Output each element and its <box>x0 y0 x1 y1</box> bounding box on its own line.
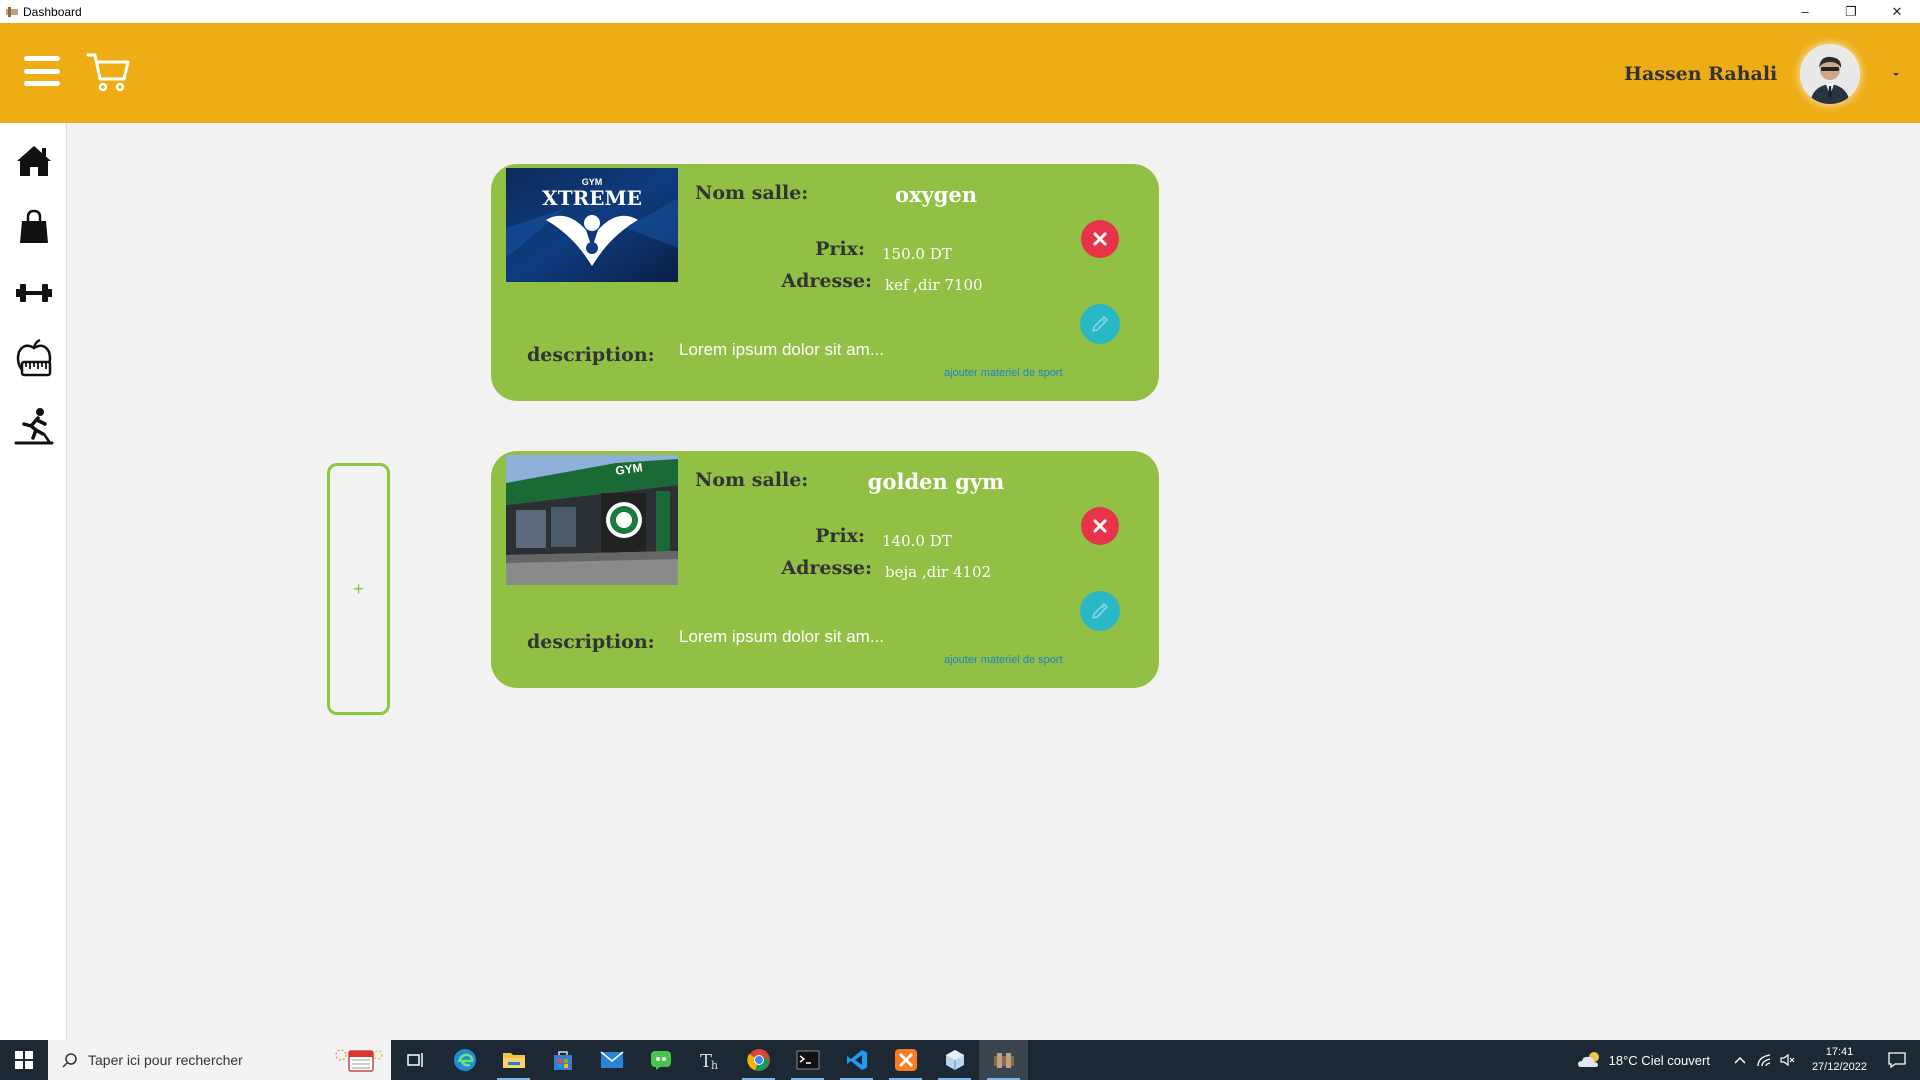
gym-name-label: Nom salle: <box>695 469 809 491</box>
plus-icon: + <box>353 578 364 599</box>
taskbar-search-input[interactable]: Taper ici pour rechercher <box>48 1040 391 1080</box>
price-label: Prix: <box>815 525 865 547</box>
chevron-up-icon[interactable] <box>1731 1052 1749 1068</box>
edit-button[interactable] <box>1080 304 1120 344</box>
delete-button[interactable] <box>1081 220 1119 258</box>
search-placeholder: Taper ici pour rechercher <box>88 1052 243 1068</box>
user-name: Hassen Rahali <box>1624 63 1778 85</box>
xampp-icon[interactable] <box>881 1040 930 1080</box>
delete-button[interactable] <box>1081 507 1119 545</box>
description-value: Lorem ipsum dolor sit am... <box>679 340 885 359</box>
windows-start-button[interactable] <box>0 1040 48 1080</box>
terminal-icon[interactable] <box>783 1040 832 1080</box>
close-window-button[interactable]: ✕ <box>1874 0 1920 23</box>
network-icon[interactable] <box>1755 1052 1773 1068</box>
add-equipment-link[interactable]: ajouter materiel de sport <box>944 654 1063 666</box>
chat-app-icon[interactable] <box>636 1040 685 1080</box>
description-value: Lorem ipsum dolor sit am... <box>679 627 885 646</box>
windows-icon <box>15 1051 33 1069</box>
gym-image: GYM XTREME <box>506 168 678 282</box>
apple-scale-icon[interactable] <box>14 338 54 378</box>
mail-icon[interactable] <box>587 1040 636 1080</box>
notification-icon[interactable] <box>1888 1052 1906 1068</box>
cart-icon[interactable] <box>86 51 130 93</box>
dashboard-app-icon[interactable] <box>979 1040 1028 1080</box>
gym-name-value: golden gym <box>867 469 1005 494</box>
edit-button[interactable] <box>1080 591 1120 631</box>
cloud-sun-icon <box>1577 1052 1599 1067</box>
pencil-icon <box>1092 316 1108 332</box>
clock-date: 27/12/2022 <box>1811 1061 1867 1073</box>
address-label: Adresse: <box>781 557 872 579</box>
vscode-icon[interactable] <box>832 1040 881 1080</box>
restore-button[interactable]: ❐ <box>1828 0 1874 23</box>
dumbbell-icon[interactable] <box>14 273 54 313</box>
svg-text:h: h <box>711 1059 718 1071</box>
minimize-button[interactable]: – <box>1782 0 1828 23</box>
system-tray: 18°C Ciel couvert 17:41 27/12/2022 <box>1577 1040 1920 1080</box>
sidebar <box>0 123 67 1040</box>
gym-image: GYM <box>506 455 678 585</box>
top-header: Hassen Rahali <box>0 23 1920 123</box>
search-icon <box>62 1053 77 1068</box>
address-value: kef ,dir 7100 <box>885 276 983 294</box>
home-icon[interactable] <box>14 141 54 181</box>
chevron-down-icon[interactable] <box>1890 68 1902 80</box>
weather-text[interactable]: 18°C Ciel couvert <box>1609 1053 1710 1068</box>
file-explorer-icon[interactable] <box>489 1040 538 1080</box>
shopping-bag-icon[interactable] <box>14 207 54 247</box>
close-icon <box>1093 519 1107 533</box>
taskbar: Taper ici pour rechercher Th 18°C Ciel c… <box>0 1040 1920 1080</box>
virtualbox-icon[interactable] <box>930 1040 979 1080</box>
avatar[interactable] <box>1800 44 1860 104</box>
address-value: beja ,dir 4102 <box>885 563 992 581</box>
description-label: description: <box>527 631 655 653</box>
gym-name-value: oxygen <box>894 182 978 207</box>
treadmill-runner-icon[interactable] <box>14 407 54 447</box>
chrome-icon[interactable] <box>734 1040 783 1080</box>
close-icon <box>1093 232 1107 246</box>
price-value: 150.0 DT <box>882 245 952 263</box>
calendar-fireworks-icon <box>335 1049 383 1072</box>
clock-time: 17:41 <box>1825 1046 1854 1058</box>
task-view-icon[interactable] <box>391 1040 440 1080</box>
window-title: Dashboard <box>23 4 82 19</box>
add-gym-button[interactable]: + <box>327 463 390 715</box>
menu-icon[interactable] <box>24 56 60 86</box>
description-label: description: <box>527 344 655 366</box>
gym-card: GYM XTREME Nom salle: oxygen Prix: 150.0… <box>491 164 1159 401</box>
pencil-icon <box>1092 603 1108 619</box>
app-icon <box>6 6 18 17</box>
store-icon[interactable] <box>538 1040 587 1080</box>
address-label: Adresse: <box>781 270 872 292</box>
taskbar-clock[interactable]: 17:41 27/12/2022 <box>1812 1045 1867 1075</box>
price-value: 140.0 DT <box>882 532 952 550</box>
window-titlebar: Dashboard – ❐ ✕ <box>0 0 1920 23</box>
price-label: Prix: <box>815 238 865 260</box>
edge-icon[interactable] <box>440 1040 489 1080</box>
gym-image-title: XTREME <box>542 186 642 210</box>
font-app-icon[interactable]: Th <box>685 1040 734 1080</box>
gym-card: GYM Nom salle: golden gym Prix: 140.0 DT… <box>491 451 1159 688</box>
add-equipment-link[interactable]: ajouter materiel de sport <box>944 367 1063 379</box>
gym-name-label: Nom salle: <box>695 182 809 204</box>
speaker-muted-icon[interactable] <box>1779 1052 1797 1068</box>
